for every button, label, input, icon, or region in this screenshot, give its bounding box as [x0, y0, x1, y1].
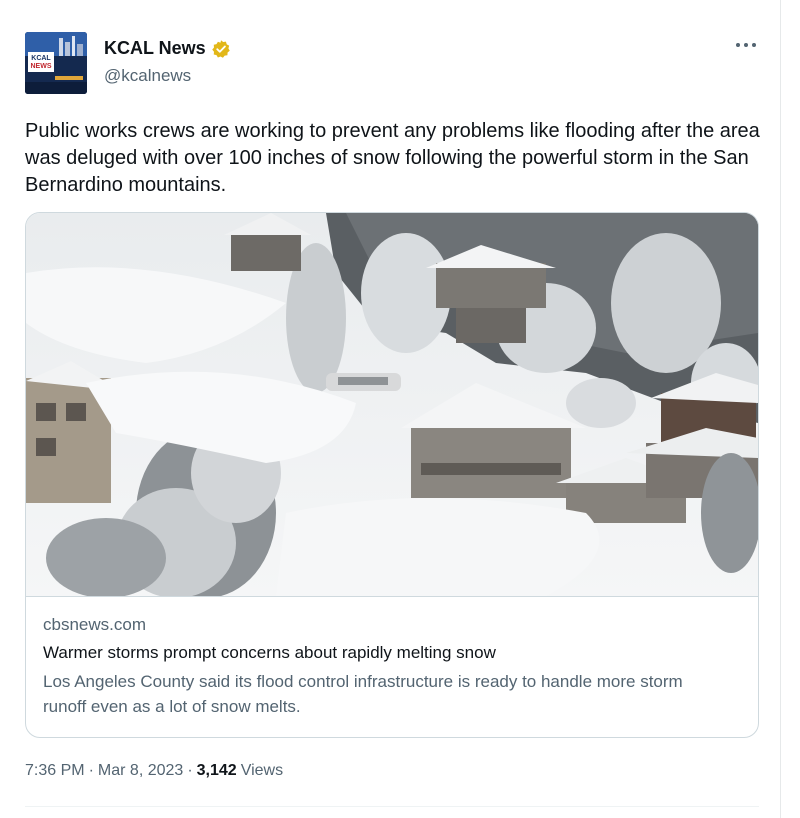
views-count: 3,142: [196, 762, 237, 779]
timestamp-date[interactable]: Mar 8, 2023: [98, 762, 183, 780]
svg-text:KCAL: KCAL: [31, 55, 51, 62]
more-dot: [752, 43, 756, 47]
author-name-row[interactable]: KCAL News: [104, 38, 231, 59]
kcal-logo-icon: KCAL NEWS: [25, 32, 87, 94]
card-domain: cbsnews.com: [43, 615, 146, 634]
author-name[interactable]: KCAL News: [104, 38, 206, 59]
card-divider: [26, 596, 758, 597]
avatar[interactable]: KCAL NEWS: [25, 32, 87, 94]
svg-text:NEWS: NEWS: [31, 63, 52, 70]
meta-separator: ·: [187, 762, 193, 779]
views-label: Views: [240, 762, 284, 779]
card-description: Los Angeles County said its flood contro…: [43, 672, 683, 716]
meta-separator: ·: [88, 762, 94, 779]
verified-badge-icon: [211, 39, 230, 58]
card-title: Warmer storms prompt concerns about rapi…: [43, 643, 496, 662]
more-horizontal-icon: [736, 43, 740, 47]
tweet-text: Public works crews are working to preven…: [25, 120, 760, 196]
tweet: KCAL NEWS KCAL News @kcalnews Public wor…: [0, 0, 781, 818]
timestamp-time[interactable]: 7:36 PM: [25, 762, 85, 780]
link-card[interactable]: cbsnews.com Warmer storms prompt concern…: [25, 212, 759, 738]
more-options-button[interactable]: [736, 38, 758, 52]
tweet-metadata: 7:36 PM · Mar 8, 2023 · 3,142 Views: [25, 762, 283, 780]
card-image[interactable]: [26, 213, 758, 596]
divider: [25, 806, 759, 807]
author-handle[interactable]: @kcalnews: [104, 66, 191, 86]
more-dot: [744, 43, 748, 47]
